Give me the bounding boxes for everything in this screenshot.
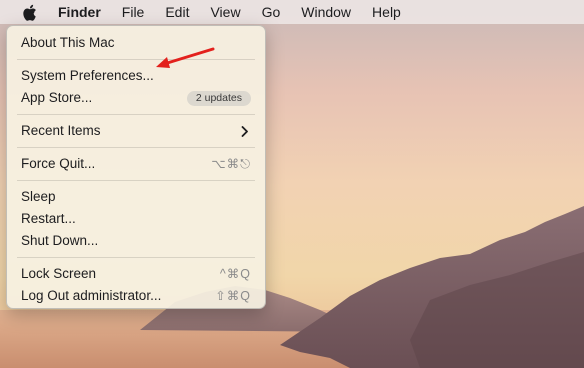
menu-item-label: Restart...	[21, 211, 76, 226]
annotation-arrow-icon	[156, 47, 215, 68]
menu-item-force-quit[interactable]: Force Quit... ⌥⌘⎋	[7, 153, 265, 175]
menu-finder[interactable]: Finder	[58, 4, 101, 20]
apple-dropdown-menu: About This Mac System Preferences... App…	[6, 25, 266, 309]
menu-item-label: Lock Screen	[21, 266, 97, 281]
chevron-right-icon	[239, 125, 251, 137]
menu-item-label: Force Quit...	[21, 156, 96, 171]
menu-item-system-preferences[interactable]: System Preferences...	[7, 65, 265, 87]
menu-item-app-store[interactable]: App Store... 2 updates	[7, 87, 265, 109]
menu-bar: Finder File Edit View Go Window Help	[0, 0, 584, 24]
menu-item-restart[interactable]: Restart...	[7, 208, 265, 230]
menu-view[interactable]: View	[210, 4, 240, 20]
menu-item-label: System Preferences...	[21, 68, 154, 83]
menu-item-recent-items[interactable]: Recent Items	[7, 120, 265, 142]
menu-window[interactable]: Window	[301, 4, 351, 20]
menu-item-label: App Store...	[21, 90, 93, 105]
menu-separator	[17, 147, 255, 148]
menu-item-about-this-mac[interactable]: About This Mac	[7, 32, 265, 54]
menu-item-shut-down[interactable]: Shut Down...	[7, 230, 265, 252]
apple-menu-icon[interactable]	[20, 1, 38, 23]
menu-item-sleep[interactable]: Sleep	[7, 186, 265, 208]
menu-help[interactable]: Help	[372, 4, 401, 20]
menu-item-label: Log Out administrator...	[21, 288, 162, 303]
menu-item-lock-screen[interactable]: Lock Screen ^⌘Q	[7, 263, 265, 285]
menu-item-label: Shut Down...	[21, 233, 99, 248]
menu-item-label: Sleep	[21, 189, 56, 204]
apple-logo-icon	[22, 4, 36, 21]
force-quit-shortcut: ⌥⌘⎋	[211, 157, 251, 171]
menu-go[interactable]: Go	[262, 4, 281, 20]
log-out-shortcut: ⇧⌘Q	[215, 289, 251, 303]
menu-separator	[17, 257, 255, 258]
menu-item-label: About This Mac	[21, 35, 115, 50]
menu-file[interactable]: File	[122, 4, 145, 20]
menu-item-log-out[interactable]: Log Out administrator... ⇧⌘Q	[7, 285, 265, 307]
menu-separator	[17, 180, 255, 181]
menu-separator	[17, 114, 255, 115]
menu-edit[interactable]: Edit	[165, 4, 189, 20]
lock-screen-shortcut: ^⌘Q	[219, 267, 251, 281]
menu-item-label: Recent Items	[21, 123, 101, 138]
updates-badge: 2 updates	[186, 90, 251, 106]
